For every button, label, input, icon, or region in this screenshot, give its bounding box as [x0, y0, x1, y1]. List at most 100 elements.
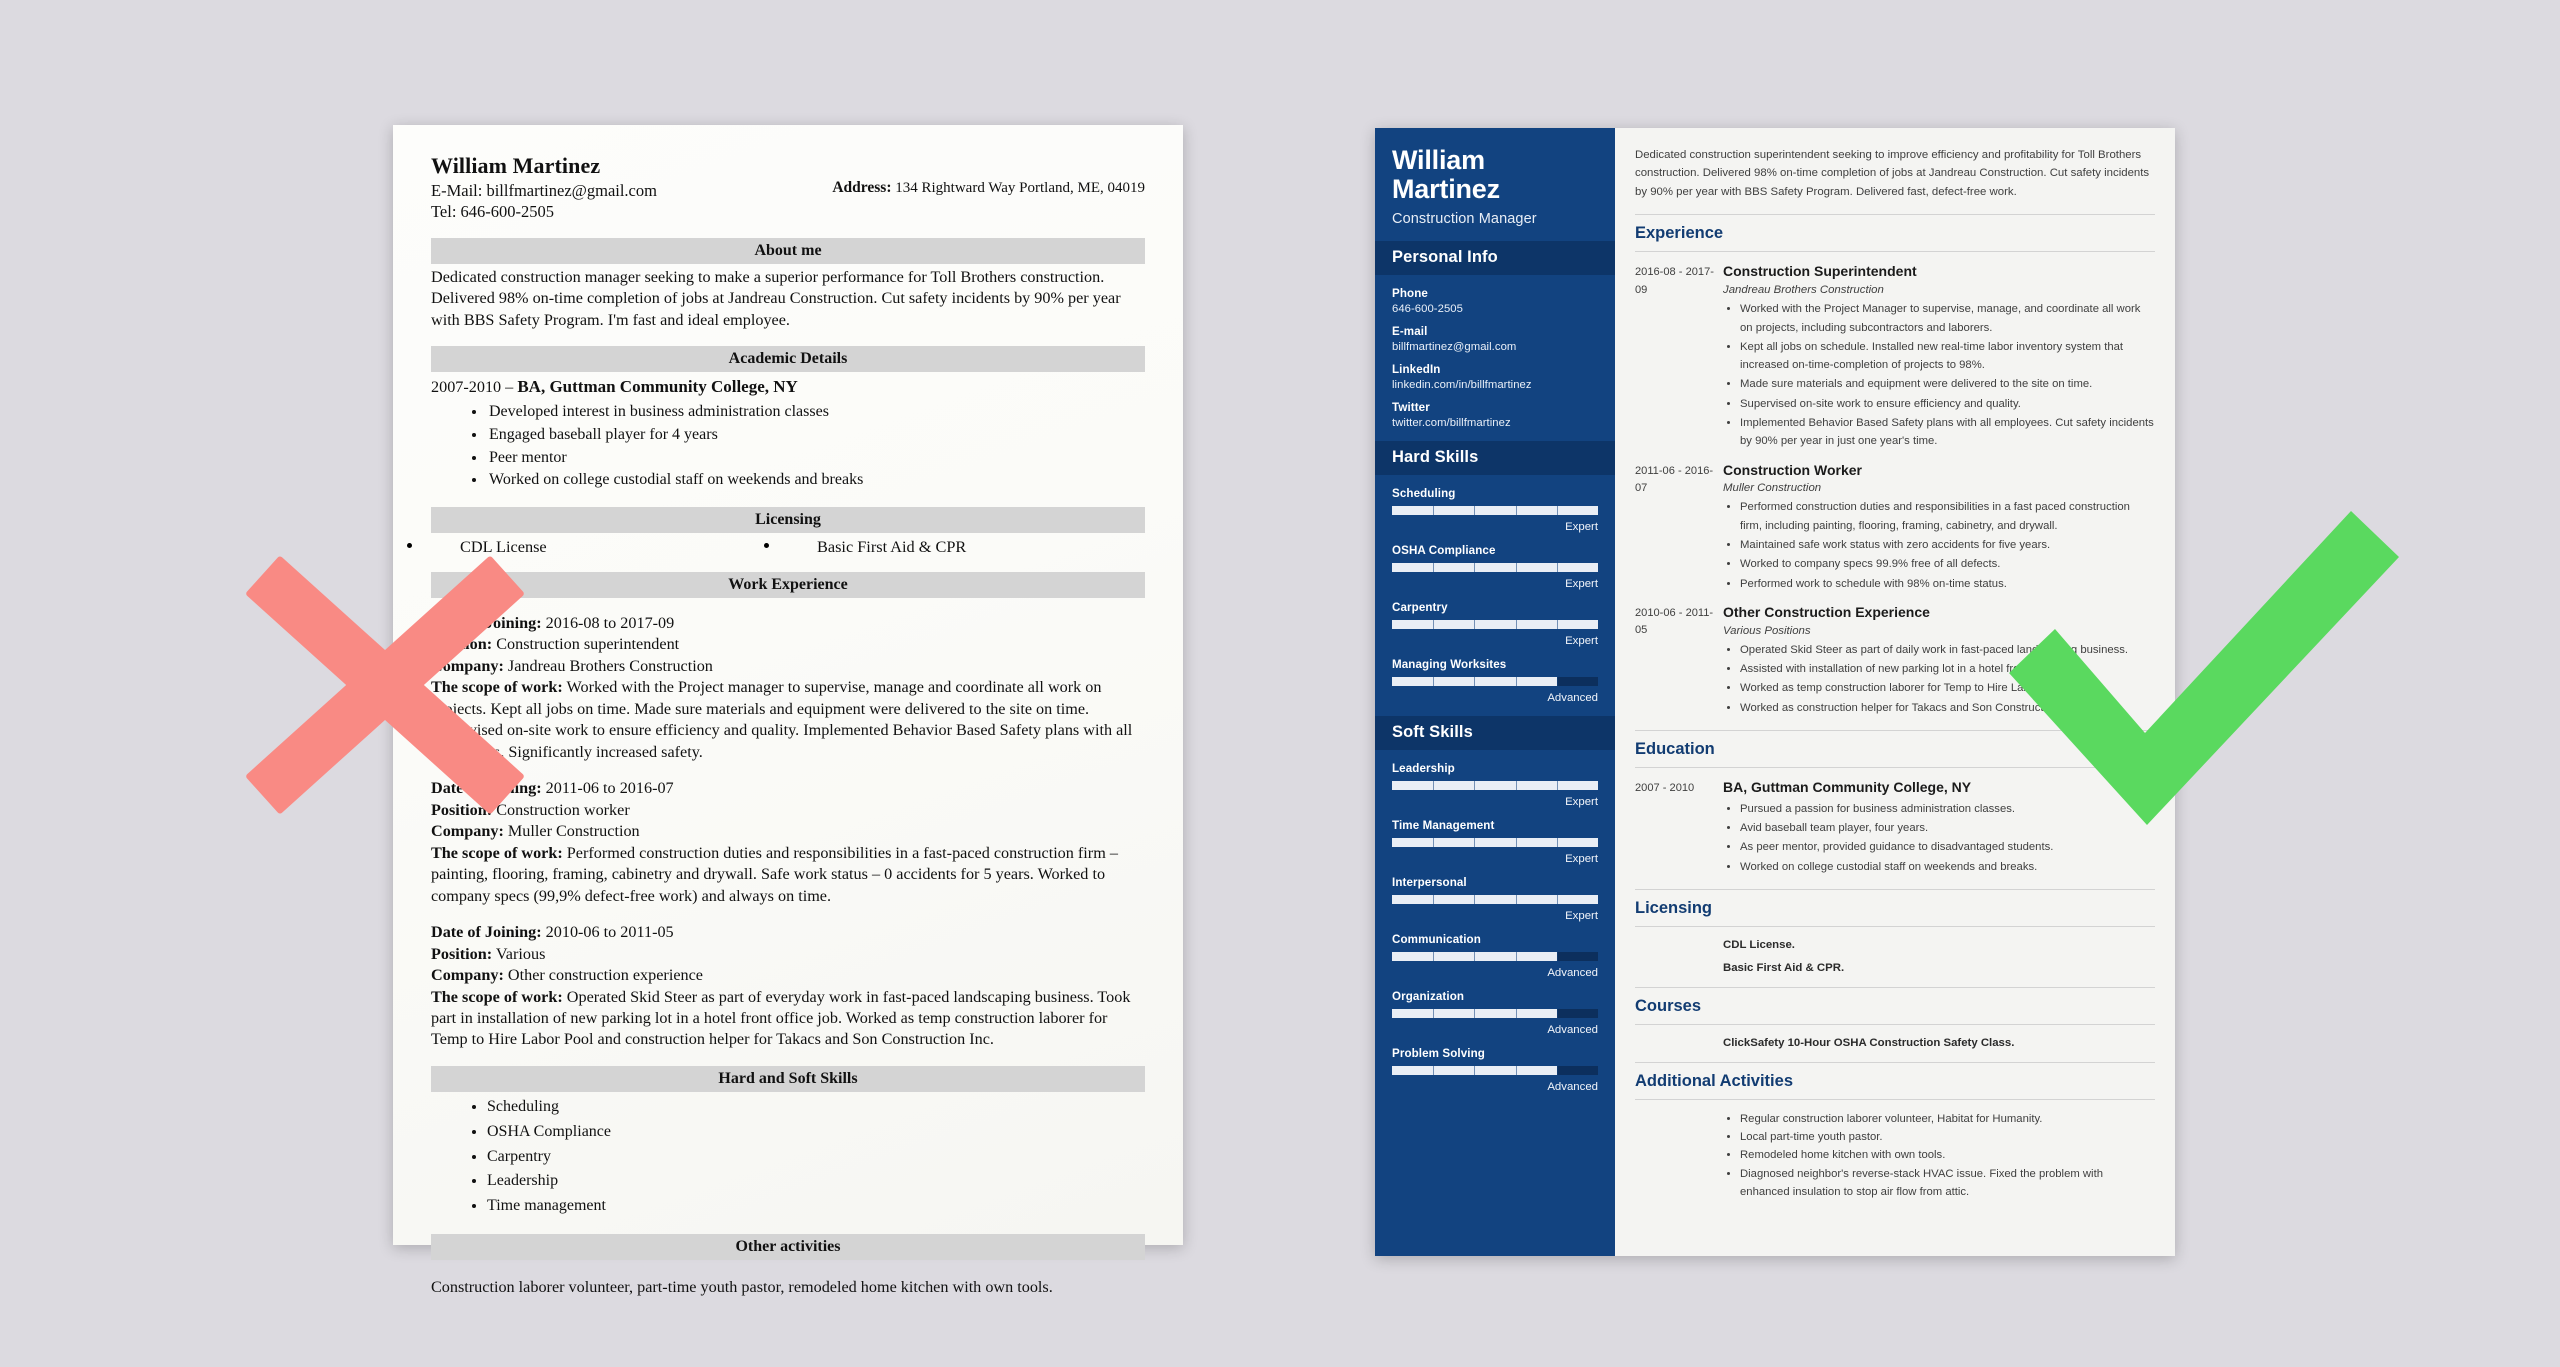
list-item: Worked to company specs 99.9% free of al… [1740, 555, 2155, 573]
skill-bar-divider [1433, 677, 1435, 687]
bullet-dot-icon [764, 543, 769, 549]
entry-bullets: Operated Skid Steer as part of daily wor… [1723, 641, 2155, 717]
skill-bar-track [1392, 1009, 1598, 1019]
skill-name: OSHA Compliance [1392, 544, 1496, 558]
value: Various [492, 944, 546, 963]
skill-bar-fill [1392, 506, 1598, 516]
skill-bar-track [1392, 677, 1598, 687]
entry-role: Other Construction Experience [1723, 603, 1930, 620]
skill-bar-divider [1556, 1009, 1558, 1019]
skill-item: Carpentry Expert [1392, 601, 1598, 647]
list-item: Scheduling [487, 1095, 1145, 1120]
skill-bar-divider [1556, 952, 1558, 962]
skill-bar-track [1392, 952, 1598, 962]
skill-name: Communication [1392, 933, 1481, 947]
skill-bar-track [1392, 895, 1598, 905]
good-resume-sidebar: William Martinez Construction Manager Pe… [1375, 128, 1615, 1256]
bad-section-title-licensing: Licensing [431, 507, 1145, 534]
entry-body: Other Construction Experience Various Pos… [1723, 604, 2155, 717]
list-item: Regular construction laborer volunteer, … [1740, 1110, 2155, 1128]
list-item: Developed interest in business administr… [487, 401, 1145, 424]
bad-resume-name: William Martinez [431, 153, 601, 178]
skill-bar-divider [1433, 506, 1435, 516]
skill-item: Interpersonal Expert [1392, 876, 1598, 922]
label: Position: [431, 800, 493, 819]
bullet-dot-icon [407, 543, 412, 549]
skill-bar-divider [1474, 838, 1476, 848]
skill-level-label: Expert [1565, 578, 1598, 591]
skill-bar-divider [1474, 952, 1476, 962]
skill-bar-divider [1556, 620, 1558, 630]
skill-bar-divider [1556, 677, 1558, 687]
skill-bar-divider [1433, 620, 1435, 630]
bad-resume-header: William Martinez E-Mail: billfmartinez@g… [431, 153, 1145, 223]
bad-section-title-other: Other activities [431, 1233, 1145, 1260]
list-item: Peer mentor [487, 447, 1145, 470]
label: Company: [431, 822, 504, 841]
section-heading-courses: Courses [1635, 986, 2155, 1025]
skill-bar-fill [1392, 620, 1598, 630]
good-resume-main: Dedicated construction superintendent se… [1615, 128, 2175, 1256]
skill-name: Managing Worksites [1392, 658, 1507, 672]
value: 2011-06 to 2016-07 [541, 779, 674, 798]
skill-bar-track [1392, 1066, 1598, 1076]
entry-organization: Jandreau Brothers Construction [1723, 284, 1884, 297]
personal-info-value[interactable]: billfmartinez@gmail.com [1392, 341, 1598, 353]
skill-bar-divider [1515, 1009, 1517, 1019]
personal-info-value[interactable]: linkedin.com/in/billfmartinez [1392, 379, 1598, 391]
bad-licensing-item-0: CDL License [460, 537, 547, 557]
section-heading-experience: Experience [1635, 214, 2155, 253]
skill-bar-fill [1392, 838, 1598, 848]
skill-bar-divider [1433, 895, 1435, 905]
skill-bar-fill [1392, 563, 1598, 573]
skill-level-label: Expert [1565, 853, 1598, 866]
skill-level-label: Expert [1565, 910, 1598, 923]
list-item: Worked on college custodial staff on wee… [487, 469, 1145, 492]
personal-info-value[interactable]: twitter.com/billfmartinez [1392, 417, 1598, 429]
bad-job-entry: Date of Joining: 2016-08 to 2017-09 Posi… [431, 613, 1145, 763]
skill-bar-track [1392, 506, 1598, 516]
personal-info-label: Twitter [1392, 401, 1430, 415]
entry-organization: Muller Construction [1723, 482, 1822, 495]
value: Jandreau Brothers Construction [503, 656, 713, 675]
entry-role: Construction Superintendent [1723, 263, 1917, 280]
skill-bar-divider [1433, 952, 1435, 962]
value: 2016-08 to 2017-09 [541, 614, 675, 633]
personal-info-value[interactable]: 646-600-2505 [1392, 303, 1598, 315]
skill-bar-divider [1474, 506, 1476, 516]
list-item: Supervised on-site work to ensure effici… [1740, 395, 2155, 413]
personal-info-label: LinkedIn [1392, 363, 1441, 377]
label: Position: [431, 635, 493, 654]
section-heading-additional-activities: Additional Activities [1635, 1061, 2155, 1100]
skill-item: Time Management Expert [1392, 819, 1598, 865]
bad-resume-email: E-Mail: billfmartinez@gmail.com [431, 180, 657, 200]
skill-bar-divider [1433, 781, 1435, 791]
value: Construction worker [492, 800, 630, 819]
list-item: Assisted with installation of new parkin… [1740, 660, 2155, 678]
skill-name: Scheduling [1392, 487, 1456, 501]
skill-level-label: Expert [1565, 635, 1598, 648]
bad-about-text: Dedicated construction manager seeking t… [431, 267, 1121, 329]
value: 2010-06 to 2011-05 [541, 923, 674, 942]
list-item: Leadership [487, 1169, 1145, 1194]
resume-entry: 2011-06 - 2016-07 Construction Worker Mull… [1635, 462, 2155, 593]
list-item: Made sure materials and equipment were d… [1740, 375, 2155, 393]
label: The scope of work: [431, 678, 563, 697]
hard-skills-list: Scheduling Expert OSHA Compliance Expert Car… [1375, 475, 1615, 716]
skill-item: OSHA Compliance Expert [1392, 544, 1598, 590]
licensing-item: Basic First Aid & CPR. [1723, 961, 1845, 974]
personal-info-label: Phone [1392, 287, 1428, 301]
skill-bar-divider [1474, 677, 1476, 687]
resume-entry: 2010-06 - 2011-05 Other Construction Expe… [1635, 604, 2155, 717]
good-resume-document: William Martinez Construction Manager Pe… [1375, 128, 2175, 1256]
skill-name: Interpersonal [1392, 876, 1467, 890]
skill-bar-track [1392, 838, 1598, 848]
entry-bullets: Worked with the Project Manager to super… [1723, 300, 2155, 450]
list-item: Carpentry [487, 1145, 1145, 1170]
list-item: Operated Skid Steer as part of daily wor… [1740, 641, 2155, 659]
skill-bar-divider [1515, 895, 1517, 905]
label: The scope of work: [431, 987, 563, 1006]
skill-bar-divider [1474, 1009, 1476, 1019]
entry-date: 2016-08 - 2017-09 [1635, 266, 1714, 296]
resume-entry: 2007 - 2010 BA, Guttman Community College… [1635, 779, 2155, 876]
